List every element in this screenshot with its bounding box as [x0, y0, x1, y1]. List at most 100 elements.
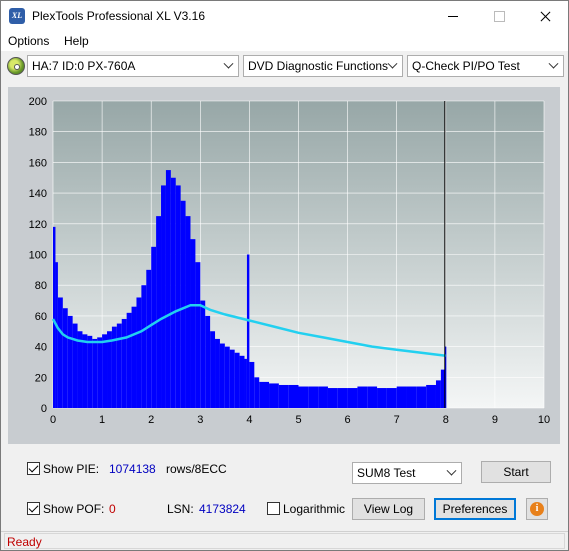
pie-bar	[146, 269, 152, 408]
sum-test-select[interactable]: SUM8 Test	[352, 462, 462, 484]
function-select[interactable]: DVD Diagnostic Functions	[243, 55, 403, 77]
pie-bar	[377, 388, 387, 408]
show-pie-label: Show PIE:	[43, 462, 100, 476]
chevron-down-icon	[550, 63, 558, 69]
pie-bar	[435, 380, 441, 408]
pie-bar	[426, 384, 436, 408]
preferences-button[interactable]: Preferences	[434, 498, 516, 520]
info-icon: i	[530, 502, 544, 516]
menu-help[interactable]: Help	[64, 34, 89, 48]
pi-po-chart: 0 20 40 60 80 100 120 140 160 180 200 0 1 2 3 4 5 6 7 8 9 10	[29, 96, 550, 426]
function-select-value: DVD Diagnostic Functions	[248, 59, 389, 73]
show-pie-checkbox[interactable]	[27, 462, 40, 475]
y-tick-label: 20	[35, 372, 47, 384]
x-tick-label: 4	[246, 414, 252, 426]
pie-bar	[156, 216, 162, 408]
pie-bar	[92, 338, 98, 408]
pie-bar	[367, 386, 378, 408]
pie-bar	[116, 323, 122, 408]
toolbar: HA:7 ID:0 PX-760A DVD Diagnostic Functio…	[1, 53, 568, 81]
info-button[interactable]: i	[526, 498, 548, 520]
start-button[interactable]: Start	[481, 461, 551, 483]
pie-bar	[386, 388, 397, 408]
window-title: PlexTools Professional XL V3.16	[32, 9, 205, 23]
y-tick-label: 40	[35, 342, 47, 354]
pie-bar	[288, 384, 299, 408]
logarithmic-label: Logarithmic	[283, 502, 346, 516]
pie-bar	[200, 300, 206, 408]
y-tick-label: 100	[29, 250, 47, 262]
status-bar: Ready	[1, 531, 568, 550]
x-tick-label: 10	[538, 414, 550, 426]
pie-bar	[244, 358, 247, 408]
pie-bar	[347, 388, 358, 408]
results-panel: Show PIE: 1074138 rows/8ECC SUM8 Test St…	[8, 453, 560, 528]
pie-bar	[87, 335, 93, 408]
pie-bar	[210, 331, 216, 408]
pie-bar	[77, 331, 83, 408]
sum-test-select-value: SUM8 Test	[357, 466, 416, 480]
plextools-logo-icon: XL	[9, 8, 25, 24]
minimize-button[interactable]	[430, 1, 476, 31]
pie-bar	[121, 318, 127, 408]
chevron-down-icon	[225, 63, 233, 69]
y-tick-label: 60	[35, 311, 47, 323]
logarithmic-checkbox[interactable]	[267, 502, 280, 515]
status-text: Ready	[7, 535, 42, 549]
pie-bar	[170, 177, 176, 408]
y-tick-label: 160	[29, 157, 47, 169]
pie-bar	[327, 388, 338, 408]
y-tick-label: 140	[29, 188, 47, 200]
pie-bar	[102, 334, 108, 408]
pie-bar	[239, 355, 245, 408]
pie-bar	[57, 297, 63, 408]
x-tick-label: 6	[345, 414, 351, 426]
pie-bar	[165, 170, 171, 408]
y-tick-label: 120	[29, 219, 47, 231]
pie-bar	[246, 254, 250, 408]
menu-options[interactable]: Options	[8, 34, 49, 48]
drive-select[interactable]: HA:7 ID:0 PX-760A	[27, 55, 239, 77]
menu-bar: Options Help	[1, 31, 568, 51]
pie-bar	[53, 226, 56, 408]
maximize-button[interactable]	[476, 1, 522, 31]
pie-bar	[82, 334, 88, 408]
pie-bar	[278, 384, 289, 408]
pie-bar	[215, 338, 220, 408]
pie-bar	[151, 246, 157, 408]
x-tick-label: 9	[492, 414, 498, 426]
x-tick-label: 2	[148, 414, 154, 426]
show-pof-checkbox[interactable]	[27, 502, 40, 515]
pie-bar	[72, 323, 78, 408]
pie-bar	[337, 388, 348, 408]
x-tick-label: 1	[99, 414, 105, 426]
view-log-button[interactable]: View Log	[352, 498, 425, 520]
pie-bar	[205, 315, 211, 408]
pie-bar	[180, 200, 186, 408]
pie-bar	[234, 352, 240, 408]
pie-bar	[269, 383, 279, 408]
x-tick-label: 0	[50, 414, 56, 426]
pie-bar	[229, 349, 235, 408]
lsn-label: LSN:	[167, 502, 194, 516]
show-pof-label: Show POF:	[43, 502, 105, 516]
disc-drive-icon	[7, 57, 25, 75]
chart-panel: 0 20 40 60 80 100 120 140 160 180 200 0 1 2 3 4 5 6 7 8 9 10	[8, 87, 560, 444]
test-select[interactable]: Q-Check PI/PO Test	[407, 55, 564, 77]
pie-bar	[357, 386, 368, 408]
pie-value: 1074138	[109, 462, 156, 476]
close-button[interactable]	[522, 1, 568, 31]
y-tick-label: 0	[41, 403, 47, 415]
pie-bar	[131, 306, 137, 408]
pof-value: 0	[109, 502, 116, 516]
pie-bar	[249, 361, 255, 408]
y-tick-label: 180	[29, 127, 47, 139]
pie-bar	[185, 216, 191, 408]
pie-bar	[318, 386, 328, 408]
pie-bar	[298, 386, 309, 408]
pie-bar	[175, 185, 181, 408]
pie-bar	[62, 308, 68, 408]
pie-bar	[141, 285, 147, 408]
title-bar[interactable]: XL PlexTools Professional XL V3.16	[1, 1, 568, 31]
x-tick-label: 7	[394, 414, 400, 426]
